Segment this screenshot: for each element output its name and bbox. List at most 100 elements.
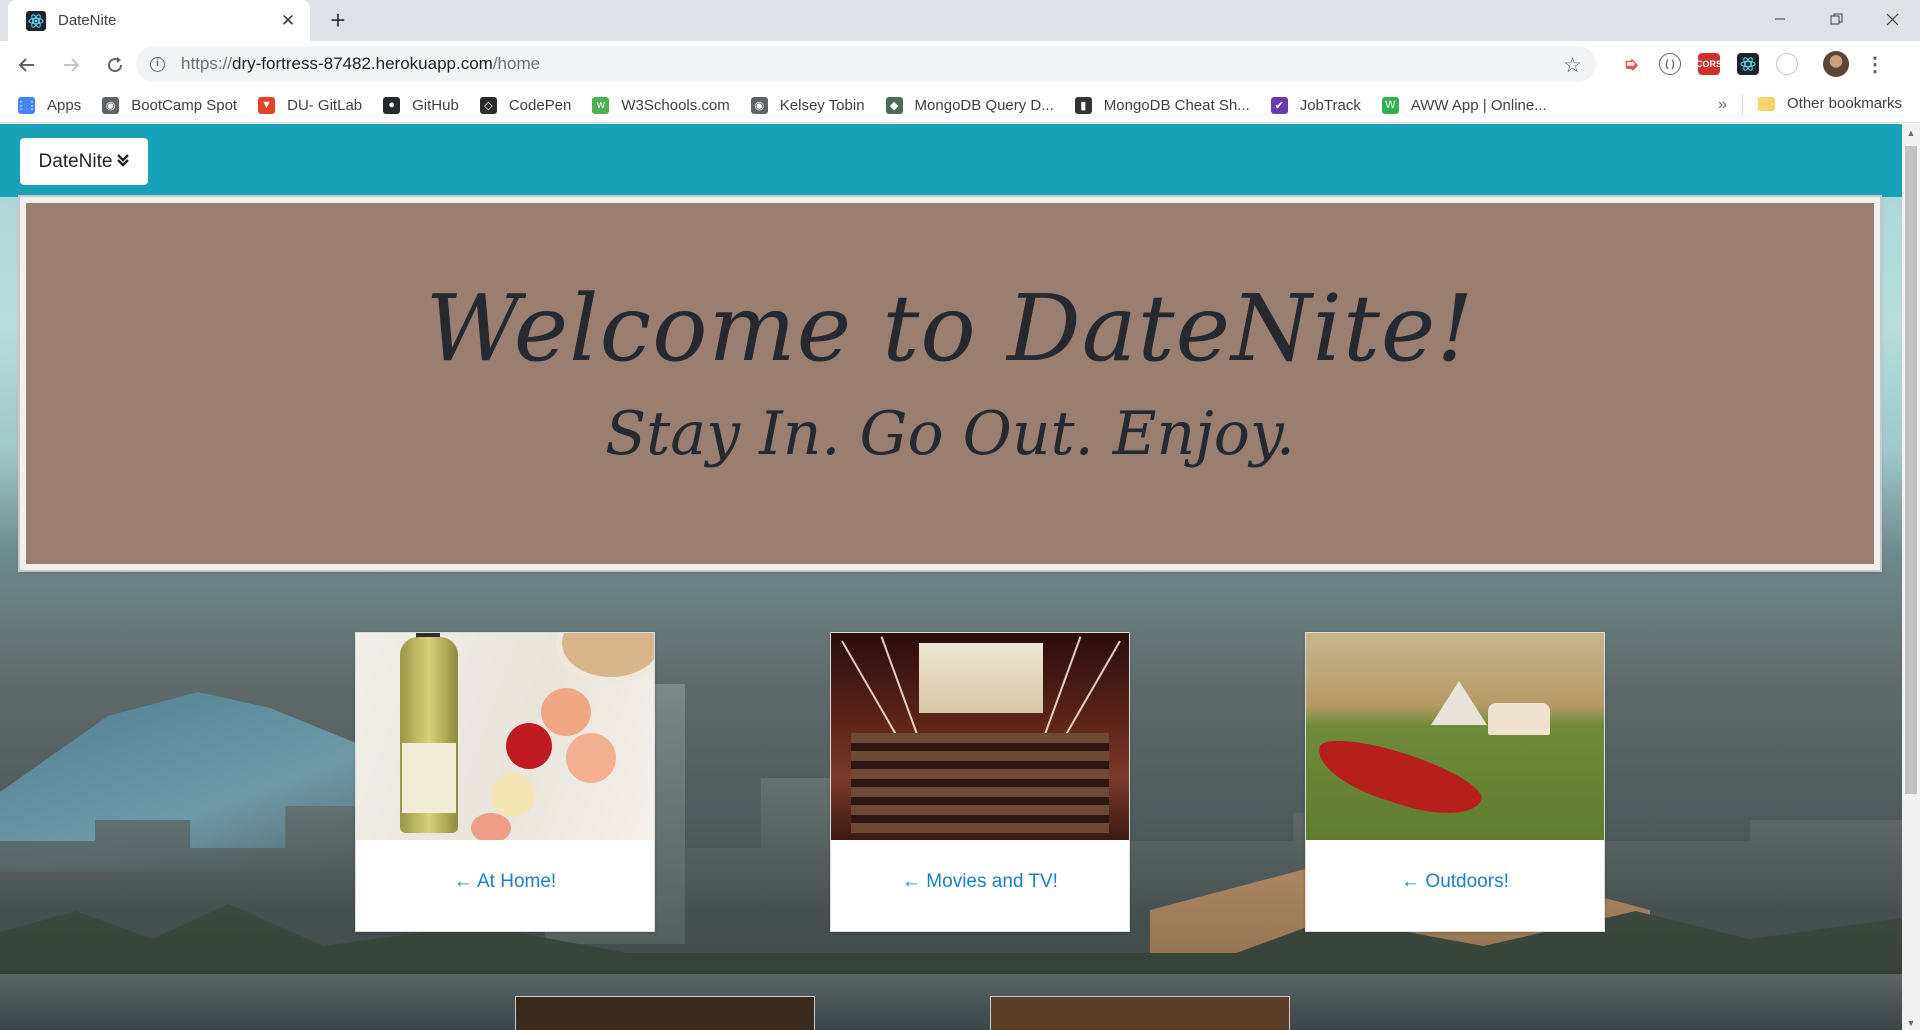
reload-icon[interactable]: [98, 48, 132, 82]
outdoor-picnic-canoe-photo: [1306, 633, 1604, 840]
scroll-up-arrow-icon[interactable]: ▲: [1902, 128, 1920, 138]
other-bookmarks-label: Other bookmarks: [1787, 95, 1903, 112]
plate-shape: [556, 633, 654, 683]
brand-label: DateNite: [38, 150, 113, 172]
bookmarks-bar: ⋮⋮ Apps ◉ BootCamp Spot ▼ DU- GitLab ● GitHub ◇ C…: [0, 88, 1920, 123]
mongodb-icon: ◆: [885, 96, 903, 114]
tent-shape: [1431, 681, 1487, 725]
back-icon[interactable]: [10, 48, 44, 82]
brand-dropdown-button[interactable]: DateNite: [20, 138, 148, 185]
rose-shape: [566, 733, 616, 783]
jobtrack-icon: ✔: [1270, 96, 1288, 114]
w3schools-icon: w: [592, 96, 610, 114]
bookmark-doc-icon: ▮: [1074, 96, 1092, 114]
bookmark-label: W3Schools.com: [621, 96, 730, 114]
background-lake: [0, 974, 1902, 1030]
bookmark-label: MongoDB Cheat Sh...: [1103, 96, 1250, 114]
window-controls: [1752, 0, 1920, 41]
browser-tab-datenite[interactable]: DateNite ✕: [8, 0, 310, 41]
page-title: Welcome to DateNite!: [425, 275, 1475, 382]
github-icon: ●: [383, 96, 401, 114]
tab-close-icon[interactable]: ✕: [278, 11, 298, 31]
extension-react-devtools-icon[interactable]: [1737, 53, 1759, 75]
rose-shape: [541, 688, 591, 736]
rose-shape: [471, 813, 511, 840]
aww-app-icon: W: [1381, 96, 1399, 114]
at-home-link[interactable]: ← At Home!: [356, 871, 654, 893]
bookmark-label: Apps: [47, 96, 82, 114]
new-tab-button[interactable]: +: [324, 7, 352, 35]
card-partial[interactable]: [515, 996, 815, 1030]
forward-icon[interactable]: [54, 48, 88, 82]
other-bookmarks-button[interactable]: Other bookmarks: [1758, 95, 1902, 112]
react-favicon-icon: [26, 10, 46, 31]
tab-strip: DateNite ✕ +: [0, 0, 1920, 41]
extension-cors-icon[interactable]: CORS: [1696, 53, 1722, 75]
globe-icon: ◉: [750, 96, 768, 114]
card-partial[interactable]: [990, 996, 1290, 1030]
rose-shape: [491, 773, 535, 817]
card-at-home[interactable]: ← At Home!: [355, 632, 655, 932]
codepen-icon: ◇: [479, 96, 497, 114]
card-movies-and-tv[interactable]: ← Movies and TV!: [830, 632, 1130, 932]
page-subtitle: Stay In. Go Out. Enjoy.: [605, 399, 1295, 469]
theater-seats-shape: [851, 733, 1109, 833]
bottle-label-shape: [402, 743, 456, 813]
extension-circle-icon[interactable]: ( ): [1659, 53, 1681, 75]
bookmarks-divider: [1742, 94, 1743, 116]
bookmark-label: DU- GitLab: [287, 96, 363, 114]
extension-redux-icon[interactable]: [1776, 53, 1798, 75]
gitlab-icon: ▼: [258, 96, 276, 114]
welcome-jumbotron: Welcome to DateNite! Stay In. Go Out. En…: [18, 195, 1882, 572]
bookmark-item[interactable]: W AWW App | Online...: [1381, 96, 1547, 114]
bookmark-item[interactable]: ✔ JobTrack: [1270, 96, 1361, 114]
folder-icon: [1758, 96, 1775, 111]
card-outdoors[interactable]: ← Outdoors!: [1305, 632, 1605, 932]
double-chevron-down-icon: [117, 153, 130, 171]
extension-arrow-icon[interactable]: ➭: [1620, 53, 1642, 75]
scrollbar-thumb[interactable]: [1905, 146, 1917, 794]
bookmarks-overflow-button[interactable]: »: [1718, 96, 1727, 114]
restore-icon[interactable]: [1808, 0, 1864, 38]
canoe-shape: [1310, 727, 1488, 829]
wine-and-roses-photo: [356, 633, 654, 840]
bookmark-item[interactable]: ◇ CodePen: [479, 96, 572, 114]
bookmark-star-icon[interactable]: ☆: [1563, 53, 1582, 78]
globe-icon: ◉: [102, 96, 120, 114]
address-bar[interactable]: i https://dry-fortress-87482.herokuapp.c…: [136, 46, 1596, 82]
chrome-menu-icon[interactable]: ⋮: [1865, 52, 1885, 77]
movies-and-tv-link[interactable]: ← Movies and TV!: [831, 871, 1129, 893]
scroll-down-arrow-icon[interactable]: ▼: [1902, 1018, 1920, 1028]
bookmark-label: Kelsey Tobin: [779, 96, 865, 114]
outdoors-link[interactable]: ← Outdoors!: [1306, 871, 1604, 893]
tab-title: DateNite: [58, 12, 117, 29]
page-viewport: DateNite Welcome to DateNite! Stay In. G…: [0, 124, 1902, 1030]
page-scrollbar[interactable]: ▲ ▼: [1902, 124, 1920, 1030]
bookmark-item[interactable]: ▮ MongoDB Cheat Sh...: [1074, 96, 1250, 114]
bookmark-label: CodePen: [508, 96, 572, 114]
close-window-icon[interactable]: [1864, 0, 1920, 38]
bookmark-label: JobTrack: [1299, 96, 1361, 114]
bookmark-item[interactable]: ◆ MongoDB Query D...: [885, 96, 1054, 114]
minimize-icon[interactable]: [1752, 0, 1808, 38]
bookmark-item[interactable]: w W3Schools.com: [592, 96, 730, 114]
sofa-shape: [1488, 703, 1550, 735]
bookmark-item[interactable]: ◉ Kelsey Tobin: [750, 96, 865, 114]
bookmark-label: GitHub: [412, 96, 459, 114]
bookmark-label: BootCamp Spot: [131, 96, 238, 114]
bookmark-item[interactable]: ◉ BootCamp Spot: [102, 96, 238, 114]
site-info-icon[interactable]: i: [150, 56, 165, 72]
rose-shape: [506, 723, 552, 769]
movie-theater-photo: [831, 633, 1129, 840]
profile-avatar[interactable]: [1823, 51, 1849, 77]
bookmark-label: MongoDB Query D...: [914, 96, 1054, 114]
url-text: https://dry-fortress-87482.herokuapp.com…: [181, 54, 541, 73]
site-navbar: DateNite: [0, 124, 1902, 197]
bookmark-item[interactable]: ● GitHub: [383, 96, 459, 114]
cinema-screen-shape: [919, 643, 1043, 713]
light-beam-shape: [1059, 640, 1121, 746]
browser-toolbar: i https://dry-fortress-87482.herokuapp.c…: [0, 41, 1920, 88]
bookmark-item[interactable]: ⋮⋮ Apps: [16, 96, 82, 114]
bookmark-label: AWW App | Online...: [1410, 96, 1547, 114]
bookmark-item[interactable]: ▼ DU- GitLab: [258, 96, 363, 114]
